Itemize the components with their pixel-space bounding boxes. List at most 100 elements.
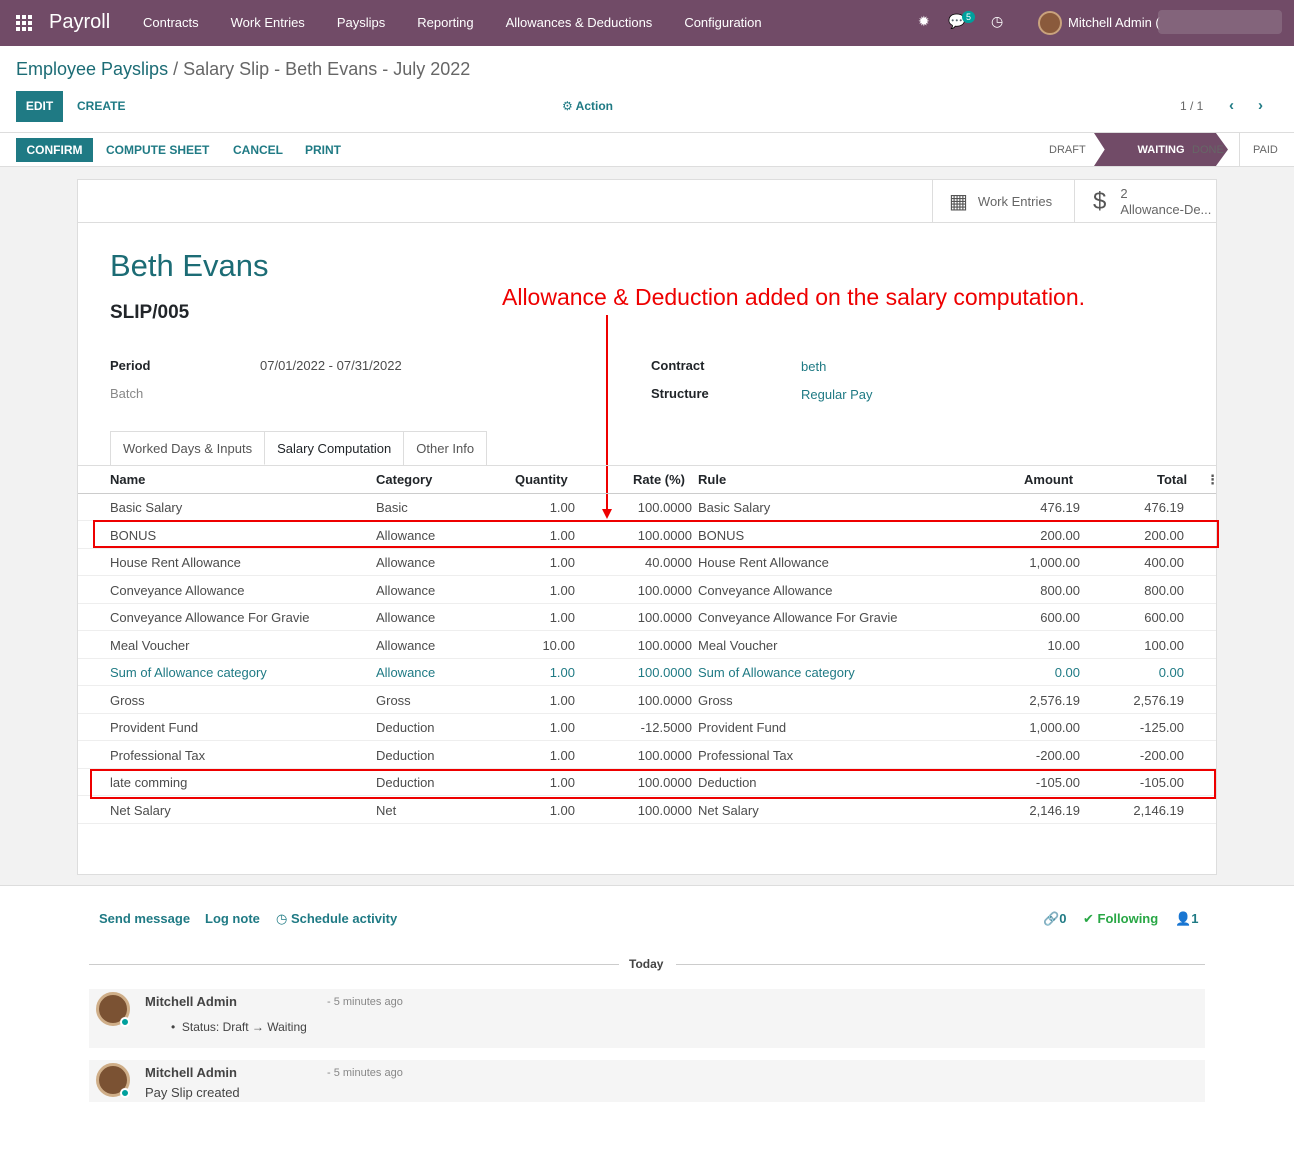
structure-link[interactable]: Regular Pay: [801, 387, 873, 402]
schedule-activity-button[interactable]: ◷ Schedule activity: [276, 911, 397, 927]
tracking-value: Status: Draft → Waiting: [181, 1020, 307, 1034]
message-author[interactable]: Mitchell Admin: [145, 994, 237, 1009]
send-message-button[interactable]: Send message: [99, 911, 190, 926]
cell-quantity: 1.00: [549, 500, 575, 515]
online-status-icon: [120, 1088, 130, 1098]
notebook-tabs: Worked Days & Inputs Salary Computation …: [110, 431, 488, 465]
col-category[interactable]: Category: [376, 472, 432, 487]
breadcrumb-parent[interactable]: Employee Payslips: [16, 59, 168, 79]
menu-reporting[interactable]: Reporting: [417, 15, 473, 30]
table-row[interactable]: House Rent Allowance Allowance 1.00 40.0000…: [78, 549, 1216, 576]
contract-label: Contract: [651, 358, 705, 373]
cell-category: Allowance: [376, 665, 436, 680]
menu-allowances-deductions[interactable]: Allowances & Deductions: [506, 15, 653, 30]
menu-work-entries[interactable]: Work Entries: [231, 15, 305, 30]
period-label: Period: [110, 358, 151, 373]
bug-icon[interactable]: ✹: [918, 13, 930, 30]
contract-link[interactable]: beth: [801, 359, 826, 374]
allowance-deduction-smart-button[interactable]: $ 2 Allowance-De...: [1074, 180, 1216, 223]
stage-draft[interactable]: DRAFT: [1049, 144, 1086, 156]
apps-menu-icon[interactable]: [16, 15, 32, 31]
cell-rule: Professional Tax: [698, 747, 794, 763]
cell-amount: 2,576.19: [1029, 692, 1080, 708]
stage-done[interactable]: DONE: [1192, 144, 1224, 156]
cell-category: Deduction: [376, 747, 435, 763]
highlight-late-row: [90, 769, 1216, 799]
table-row[interactable]: Meal Voucher Allowance 10.00 100.0000 Meal V…: [78, 632, 1216, 659]
following-button[interactable]: ✔ Following: [1083, 911, 1158, 927]
pager-previous-icon[interactable]: ‹: [1229, 97, 1234, 114]
log-note-button[interactable]: Log note: [205, 911, 260, 926]
cell-name: Sum of Allowance category: [110, 665, 267, 680]
batch-label: Batch: [110, 386, 144, 401]
table-row[interactable]: Provident Fund Deduction 1.00 -12.5000 Provi…: [78, 714, 1216, 741]
followers-button[interactable]: 👤1: [1175, 911, 1198, 927]
tab-worked-days[interactable]: Worked Days & Inputs: [110, 431, 266, 465]
compute-sheet-button[interactable]: COMPUTE SHEET: [106, 143, 209, 157]
stage-paid[interactable]: PAID: [1253, 144, 1278, 156]
tab-salary-computation[interactable]: Salary Computation: [264, 431, 405, 465]
cell-category: Allowance: [376, 637, 436, 653]
table-row[interactable]: Professional Tax Deduction 1.00 100.0000 Pro…: [78, 742, 1216, 769]
table-row[interactable]: Conveyance Allowance For Gravie Allowance…: [78, 604, 1216, 631]
cell-total: 476.19: [1144, 500, 1184, 515]
cell-name: Basic Salary: [110, 500, 183, 515]
cell-total: -125.00: [1139, 720, 1184, 735]
message-author[interactable]: Mitchell Admin: [145, 1065, 237, 1080]
cell-rule: Provident Fund: [698, 720, 787, 735]
cell-total: 400.00: [1144, 555, 1184, 570]
online-status-icon: [120, 1017, 130, 1027]
allowance-count: 2: [1120, 185, 1128, 201]
cell-quantity: 1.00: [549, 665, 575, 680]
cell-name: Gross: [110, 692, 145, 708]
app-brand[interactable]: Payroll: [49, 11, 110, 34]
cell-name: Professional Tax: [110, 747, 206, 763]
cancel-button[interactable]: CANCEL: [233, 143, 283, 157]
employee-name: Beth Evans: [110, 248, 269, 283]
col-name[interactable]: Name: [110, 472, 145, 487]
col-amount[interactable]: Amount: [1024, 472, 1073, 487]
cell-category: Gross: [376, 692, 411, 708]
message-time: - 5 minutes ago: [327, 996, 403, 1008]
menu-contracts[interactable]: Contracts: [143, 15, 199, 30]
attachments-button[interactable]: 🔗0: [1043, 911, 1066, 927]
cell-quantity: 1.00: [549, 610, 575, 625]
print-button[interactable]: PRINT: [305, 143, 341, 157]
cell-rule: Net Salary: [698, 802, 759, 818]
top-menu: Contracts Work Entries Payslips Reportin…: [143, 15, 794, 30]
cell-total: 2,576.19: [1133, 692, 1184, 708]
today-label: Today: [629, 957, 664, 971]
table-row[interactable]: Conveyance Allowance Allowance 1.00 100.000…: [78, 577, 1216, 604]
col-quantity[interactable]: Quantity: [515, 472, 568, 487]
table-row[interactable]: Gross Gross 1.00 100.0000 Gross 2,576.19 2,576…: [78, 687, 1216, 714]
tab-other-info[interactable]: Other Info: [403, 431, 488, 465]
table-row[interactable]: Net Salary Net 1.00 100.0000 Net Salary 2,146…: [78, 797, 1216, 824]
menu-configuration[interactable]: Configuration: [684, 15, 761, 30]
create-button[interactable]: CREATE: [77, 99, 125, 113]
pager-next-icon[interactable]: ›: [1258, 97, 1263, 114]
cell-amount: 600.00: [1040, 610, 1080, 625]
cell-rate: 100.0000: [637, 500, 692, 515]
action-dropdown[interactable]: ⚙ Action: [562, 99, 613, 113]
cell-rate: -12.5000: [640, 720, 692, 735]
col-rule[interactable]: Rule: [698, 472, 726, 487]
column-options-icon[interactable]: ⋮: [1206, 472, 1219, 488]
redacted-area: [1158, 10, 1282, 34]
table-row[interactable]: Sum of Allowance category Allowance 1.00 10…: [78, 659, 1216, 686]
col-rate[interactable]: Rate (%): [633, 472, 685, 487]
user-icon: 👤: [1175, 911, 1192, 926]
user-menu[interactable]: Mitchell Admin (: [1068, 15, 1160, 30]
messages-badge: 5: [962, 11, 976, 23]
dollar-icon: $: [1093, 187, 1107, 215]
menu-payslips[interactable]: Payslips: [337, 15, 385, 30]
col-total[interactable]: Total: [1157, 472, 1187, 487]
user-avatar[interactable]: [1038, 11, 1062, 35]
cell-total: 100.00: [1144, 637, 1184, 653]
table-row[interactable]: Basic Salary Basic 1.00 100.0000 Basic Salar…: [78, 494, 1216, 521]
clock-icon[interactable]: ◷: [991, 13, 1003, 30]
edit-button[interactable]: EDIT: [16, 91, 63, 122]
confirm-button[interactable]: CONFIRM: [16, 138, 93, 162]
message-time: - 5 minutes ago: [327, 1067, 403, 1079]
cell-quantity: 1.00: [549, 692, 575, 708]
work-entries-smart-button[interactable]: ▦ Work Entries: [932, 180, 1074, 223]
